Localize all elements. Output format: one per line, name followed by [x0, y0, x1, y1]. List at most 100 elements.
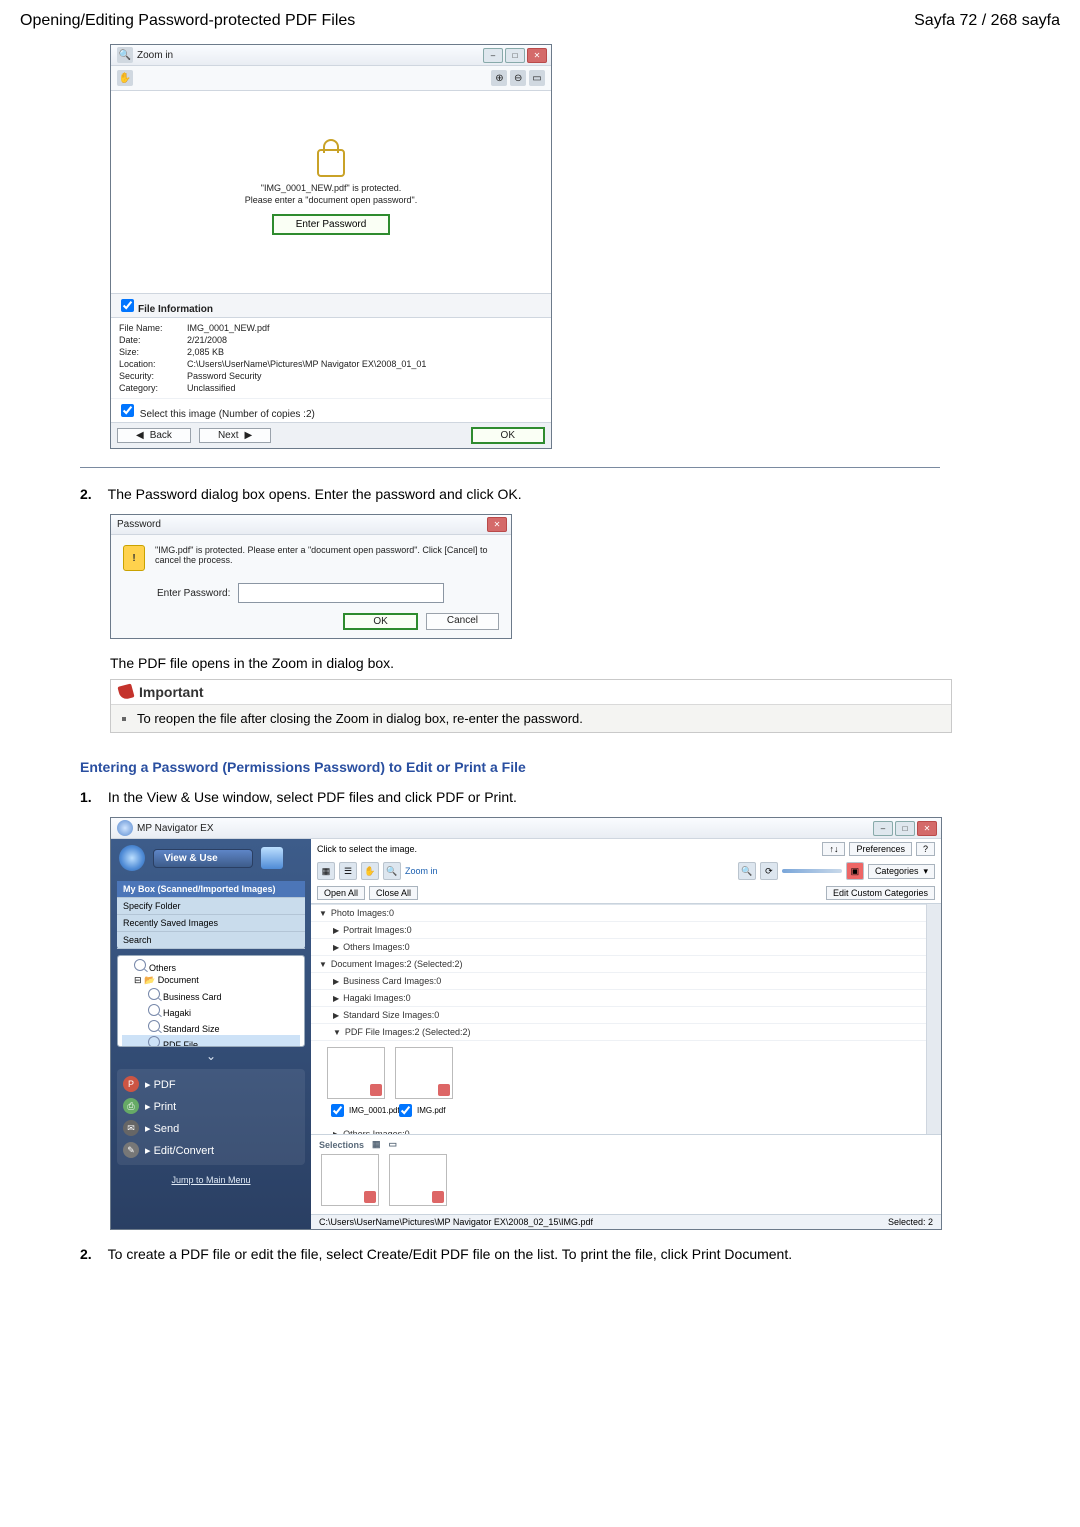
mp-minimize-button[interactable]: – [873, 821, 893, 836]
step-2-text: The Password dialog box opens. Enter the… [108, 486, 522, 502]
edit-icon: ✎ [123, 1142, 139, 1158]
group-bcard[interactable]: ▶Business Card Images:0 [311, 973, 926, 990]
minimize-button[interactable]: – [483, 48, 503, 63]
important-item: To reopen the file after closing the Zoo… [137, 711, 583, 726]
important-note: Important To reopen the file after closi… [110, 679, 952, 733]
select-image-checkbox-row[interactable]: Select this image (Number of copies :2) [117, 409, 315, 420]
password-message: "IMG.pdf" is protected. Please enter a "… [155, 545, 499, 565]
file-info-checkbox[interactable] [121, 299, 134, 312]
enter-password-label: Enter Password: [157, 588, 230, 599]
nav-recent[interactable]: Recently Saved Images [117, 915, 305, 932]
group-portrait[interactable]: ▶Portrait Images:0 [311, 922, 926, 939]
action-pdf[interactable]: P▸ PDF [121, 1073, 301, 1095]
send-icon: ✉ [123, 1120, 139, 1136]
action-edit[interactable]: ✎▸ Edit/Convert [121, 1139, 301, 1161]
status-path: C:\Users\UserName\Pictures\MP Navigator … [319, 1217, 593, 1227]
sel-thumb-1[interactable] [321, 1154, 381, 1206]
fit-icon[interactable]: ▭ [529, 70, 545, 86]
pdf-badge-icon [438, 1084, 450, 1096]
search-icon[interactable]: 🔍 [738, 862, 756, 880]
edit-custom-categories-button[interactable]: Edit Custom Categories [826, 886, 935, 900]
action-print[interactable]: ⎙▸ Print [121, 1095, 301, 1117]
group-hagaki[interactable]: ▶Hagaki Images:0 [311, 990, 926, 1007]
category-tree[interactable]: Others ⊟ 📂 Document Business Card Hagaki… [117, 955, 305, 1047]
zoom-ok-button[interactable]: OK [471, 427, 545, 444]
print-icon: ⎙ [123, 1098, 139, 1114]
thumb-1-checkbox[interactable] [331, 1104, 344, 1117]
refresh-icon[interactable]: ⟳ [760, 862, 778, 880]
categories-dropdown[interactable]: Categories ▾ [868, 864, 935, 879]
file-info-toggle[interactable]: File Information [117, 304, 213, 315]
view-use-button[interactable]: View & Use [153, 849, 253, 868]
thumb-2-checkbox[interactable] [399, 1104, 412, 1117]
next-button[interactable]: Next▶ [199, 428, 271, 443]
step-number-1b: 1. [80, 789, 104, 805]
zoom-title: Zoom in [137, 50, 173, 61]
password-input[interactable] [238, 583, 444, 603]
close-all-button[interactable]: Close All [369, 886, 418, 900]
category-ico: ▣ [846, 862, 864, 880]
scrollbar[interactable] [926, 904, 941, 1134]
thumb-2[interactable]: IMG.pdf [395, 1047, 455, 1120]
password-ok-button[interactable]: OK [343, 613, 417, 630]
file-info-table: File Name:IMG_0001_NEW.pdf Date:2/21/200… [119, 322, 434, 394]
pdf-badge-icon [364, 1191, 376, 1203]
preferences-button[interactable]: Preferences [849, 842, 912, 856]
action-send[interactable]: ✉▸ Send [121, 1117, 301, 1139]
group-others-bot[interactable]: ▶Others Images:0 [311, 1126, 926, 1134]
group-others-top[interactable]: ▶Others Images:0 [311, 939, 926, 956]
zoom-slider[interactable] [782, 869, 842, 873]
zoom-in-icon[interactable]: ⊕ [491, 70, 507, 86]
help-button[interactable]: ? [916, 842, 935, 856]
protected-msg-1: "IMG_0001_NEW.pdf" is protected. [245, 183, 418, 195]
hand-tool-icon[interactable]: ✋ [117, 70, 133, 86]
mp-app-icon [117, 820, 133, 836]
important-title: Important [139, 684, 204, 700]
password-close-button[interactable]: ✕ [487, 517, 507, 532]
selections-clear-icon[interactable]: ▭ [389, 1139, 398, 1150]
mp-maximize-button[interactable]: □ [895, 821, 915, 836]
enter-password-button[interactable]: Enter Password [272, 214, 391, 235]
password-dialog: Password ✕ ! "IMG.pdf" is protected. Ple… [110, 514, 512, 639]
zoom-in-dialog: 🔍 Zoom in – □ ✕ ✋ ⊕ ⊖ ▭ "IMG_0001_NEW.pd… [110, 44, 552, 449]
nav-search[interactable]: Search [117, 932, 305, 949]
close-button[interactable]: ✕ [527, 48, 547, 63]
protected-msg-2: Please enter a "document open password". [245, 195, 418, 207]
hand-icon[interactable]: ✋ [361, 862, 379, 880]
list-view-icon[interactable]: ☰ [339, 862, 357, 880]
thumb-1[interactable]: IMG_0001.pdf [327, 1047, 387, 1120]
after-password-text: The PDF file opens in the Zoom in dialog… [110, 655, 950, 671]
pdf-icon: P [123, 1076, 139, 1092]
section-heading-permissions: Entering a Password (Permissions Passwor… [80, 759, 1060, 775]
zoom-icon[interactable]: 🔍 [383, 862, 401, 880]
divider [80, 467, 940, 468]
mp-close-button[interactable]: ✕ [917, 821, 937, 836]
group-document[interactable]: ▼Document Images:2 (Selected:2) [311, 956, 926, 973]
open-all-button[interactable]: Open All [317, 886, 365, 900]
step-number-2b: 2. [80, 1246, 104, 1262]
sort-button[interactable]: ↑↓ [822, 842, 845, 856]
zoom-out-icon[interactable]: ⊖ [510, 70, 526, 86]
group-pdffile[interactable]: ▼PDF File Images:2 (Selected:2) [311, 1024, 926, 1041]
back-button[interactable]: ◀Back [117, 428, 191, 443]
selections-grid-icon[interactable]: ▦ [372, 1139, 381, 1150]
group-photo[interactable]: ▼Photo Images:0 [311, 905, 926, 922]
zoom-in-link[interactable]: Zoom in [405, 866, 438, 876]
sel-thumb-2[interactable] [389, 1154, 449, 1206]
page-counter: Sayfa 72 / 268 sayfa [914, 12, 1060, 30]
nav-specify-folder[interactable]: Specify Folder [117, 898, 305, 915]
mp-navigator-window: MP Navigator EX – □ ✕ View & Use [110, 817, 942, 1230]
grid-view-icon[interactable]: ▦ [317, 862, 335, 880]
lock-icon [317, 149, 345, 177]
stack-icon[interactable] [261, 847, 283, 869]
warning-icon: ! [123, 545, 145, 571]
select-image-checkbox[interactable] [121, 404, 134, 417]
maximize-button[interactable]: □ [505, 48, 525, 63]
password-cancel-button[interactable]: Cancel [426, 613, 499, 630]
jump-main-menu-link[interactable]: Jump to Main Menu [117, 1175, 305, 1185]
mp-title: MP Navigator EX [137, 823, 214, 834]
group-std[interactable]: ▶Standard Size Images:0 [311, 1007, 926, 1024]
zoom-app-icon: 🔍 [117, 47, 133, 63]
nav-mybox[interactable]: My Box (Scanned/Imported Images) [117, 881, 305, 898]
mp-logo-icon [119, 845, 145, 871]
